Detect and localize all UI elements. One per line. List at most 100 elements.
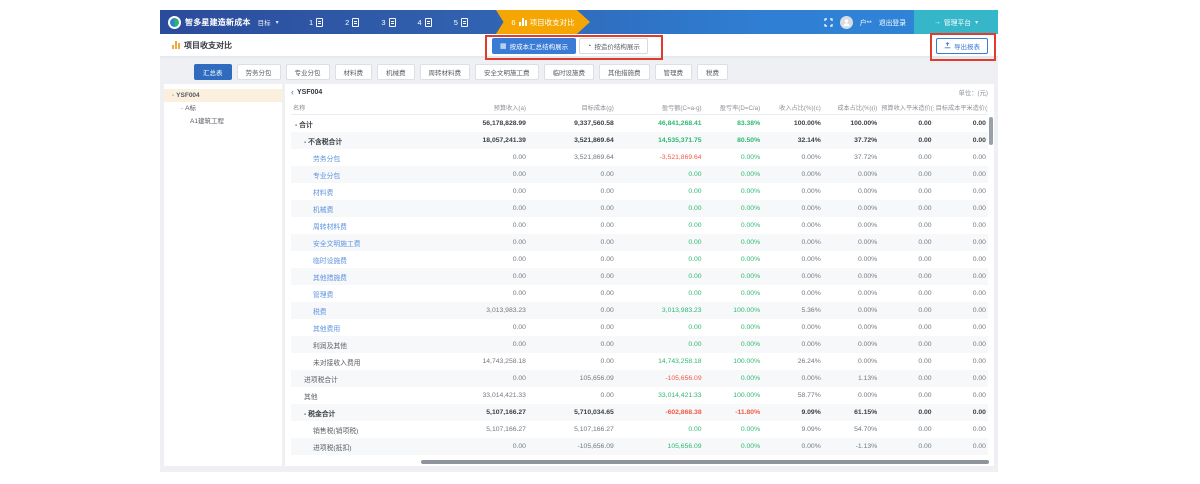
- app-subtitle[interactable]: 目标: [258, 17, 271, 27]
- row-name[interactable]: 临时设施费: [291, 255, 430, 265]
- row-name[interactable]: - 合计: [291, 119, 430, 129]
- row-name[interactable]: 机械费: [291, 204, 430, 214]
- logout-link[interactable]: 退出登录: [879, 17, 906, 27]
- cell: 80.50%: [704, 137, 763, 144]
- view-by-price-structure-button[interactable]: ◔ 按造价结构展示: [579, 38, 648, 54]
- cell: 0.00: [879, 120, 933, 127]
- cell: 0.00%: [704, 222, 763, 229]
- cell: 0.00: [430, 324, 528, 331]
- table-row: 其他措施费0.000.000.000.00%0.00%0.00%0.000.00: [291, 268, 988, 285]
- nav-step-4[interactable]: 4: [418, 18, 432, 27]
- cell: 0.00: [934, 188, 988, 195]
- cell: 14,743,258.18: [616, 358, 704, 365]
- cell: 0.00%: [823, 324, 879, 331]
- nav-step-5[interactable]: 5: [454, 18, 468, 27]
- cell: 0.00%: [762, 188, 823, 195]
- cell: 0.00%: [762, 443, 823, 450]
- cell: 0.00: [616, 188, 704, 195]
- nav-step-1[interactable]: 1: [309, 18, 323, 27]
- pie-icon: ◔: [587, 43, 591, 50]
- back-icon[interactable]: ‹: [291, 87, 294, 97]
- table-row: - 税金合计5,107,166.275,710,034.65-602,868.3…: [291, 404, 988, 421]
- cell: 0.00%: [762, 205, 823, 212]
- row-name[interactable]: 其他措施费: [291, 272, 430, 282]
- user-avatar[interactable]: [840, 16, 853, 29]
- cell: 0.00: [528, 188, 616, 195]
- fullscreen-icon[interactable]: [824, 18, 833, 27]
- cell: 0.00%: [762, 239, 823, 246]
- tab-劳务分包[interactable]: 劳务分包: [237, 64, 281, 80]
- tab-临时设施费[interactable]: 临时设施费: [544, 64, 595, 80]
- cell: 58.77%: [762, 392, 823, 399]
- row-name[interactable]: 周转材料费: [291, 221, 430, 231]
- export-icon: [944, 42, 951, 51]
- table-row: 材料费0.000.000.000.00%0.00%0.00%0.000.00: [291, 183, 988, 200]
- row-name[interactable]: 其他费用: [291, 323, 430, 333]
- tab-其他措施费[interactable]: 其他措施费: [599, 64, 650, 80]
- platform-switch-button[interactable]: → 管理平台 ▾: [914, 10, 998, 34]
- cell: 0.00%: [823, 239, 879, 246]
- cell: 0.00: [934, 324, 988, 331]
- cell: 0.00: [879, 324, 933, 331]
- row-name[interactable]: 安全文明施工费: [291, 238, 430, 248]
- row-name[interactable]: 专业分包: [291, 170, 430, 180]
- logo-area[interactable]: 智多星建造新成本 目标 ▾: [160, 16, 279, 29]
- tree-item-YSF004[interactable]: -YSF004: [164, 89, 282, 102]
- cell: 0.00%: [823, 307, 879, 314]
- cell: 0.00: [934, 443, 988, 450]
- cell: 0.00: [616, 256, 704, 263]
- cell: 9,337,560.58: [528, 120, 616, 127]
- nav-step-2[interactable]: 2: [345, 18, 359, 27]
- nav-step-3[interactable]: 3: [381, 18, 395, 27]
- tab-汇总表[interactable]: 汇总表: [194, 64, 232, 80]
- tab-管理费[interactable]: 管理费: [655, 64, 693, 80]
- tab-机械费[interactable]: 机械费: [377, 64, 415, 80]
- collapse-icon[interactable]: -: [181, 105, 183, 112]
- cell: 0.00%: [762, 290, 823, 297]
- collapse-icon[interactable]: -: [172, 92, 174, 99]
- tab-周转材料费[interactable]: 周转材料费: [420, 64, 471, 80]
- cell: -11.80%: [704, 409, 763, 416]
- view-by-cost-summary-button[interactable]: ▦ 按成本汇总结构展示: [492, 38, 576, 54]
- table-row: 劳务分包0.003,521,869.64-3,521,869.640.00%0.…: [291, 149, 988, 166]
- table-row: 管理费0.000.000.000.00%0.00%0.00%0.000.00: [291, 285, 988, 302]
- row-name[interactable]: 劳务分包: [291, 153, 430, 163]
- tab-税费[interactable]: 税费: [697, 64, 728, 80]
- cell: 0.00: [879, 290, 933, 297]
- export-report-button[interactable]: 导出报表: [936, 38, 988, 54]
- user-name[interactable]: 户**: [860, 17, 872, 27]
- cell: 0.00: [934, 341, 988, 348]
- table-row: 进项税(抵扣)0.00-105,656.09105,656.090.00%0.0…: [291, 438, 988, 455]
- tree-item-A1建筑工程[interactable]: A1建筑工程: [164, 115, 282, 128]
- row-name: 进项税(抵扣): [291, 442, 430, 452]
- row-name[interactable]: - 不含税合计: [291, 136, 430, 146]
- cell: 0.00: [879, 392, 933, 399]
- horizontal-scrollbar[interactable]: [421, 460, 989, 464]
- table-row: 未对接收入费用14,743,258.180.0014,743,258.18100…: [291, 353, 988, 370]
- row-name[interactable]: 管理费: [291, 289, 430, 299]
- nav-step-active[interactable]: 6 项目收支对比: [496, 10, 590, 34]
- structure-icon: ▦: [500, 43, 507, 50]
- tree-item-A标[interactable]: -A标: [164, 102, 282, 115]
- table-body: - 合计56,178,828.999,337,560.5846,841,268.…: [291, 115, 988, 455]
- app-logo-icon: [168, 16, 181, 29]
- breadcrumb: YSF004: [297, 89, 322, 96]
- cell: 0.00%: [704, 239, 763, 246]
- table-row: - 合计56,178,828.999,337,560.5846,841,268.…: [291, 115, 988, 132]
- tab-安全文明施工费[interactable]: 安全文明施工费: [475, 64, 539, 80]
- column-header: 收入占比(%)(c): [762, 103, 823, 112]
- cell: 0.00%: [823, 256, 879, 263]
- tab-材料费[interactable]: 材料费: [335, 64, 373, 80]
- table-row: 销售税(销项税)5,107,166.275,107,166.270.000.00…: [291, 421, 988, 438]
- cell: 0.00%: [704, 426, 763, 433]
- row-name[interactable]: 材料费: [291, 187, 430, 197]
- vertical-scrollbar[interactable]: [989, 117, 993, 145]
- cell: 100.00%: [762, 120, 823, 127]
- tab-专业分包[interactable]: 专业分包: [286, 64, 330, 80]
- row-name[interactable]: - 税金合计: [291, 408, 430, 418]
- row-name[interactable]: 税费: [291, 306, 430, 316]
- cell: 0.00%: [823, 341, 879, 348]
- cell: 0.00%: [704, 256, 763, 263]
- cell: 0.00%: [823, 358, 879, 365]
- cell: 56,178,828.99: [430, 120, 528, 127]
